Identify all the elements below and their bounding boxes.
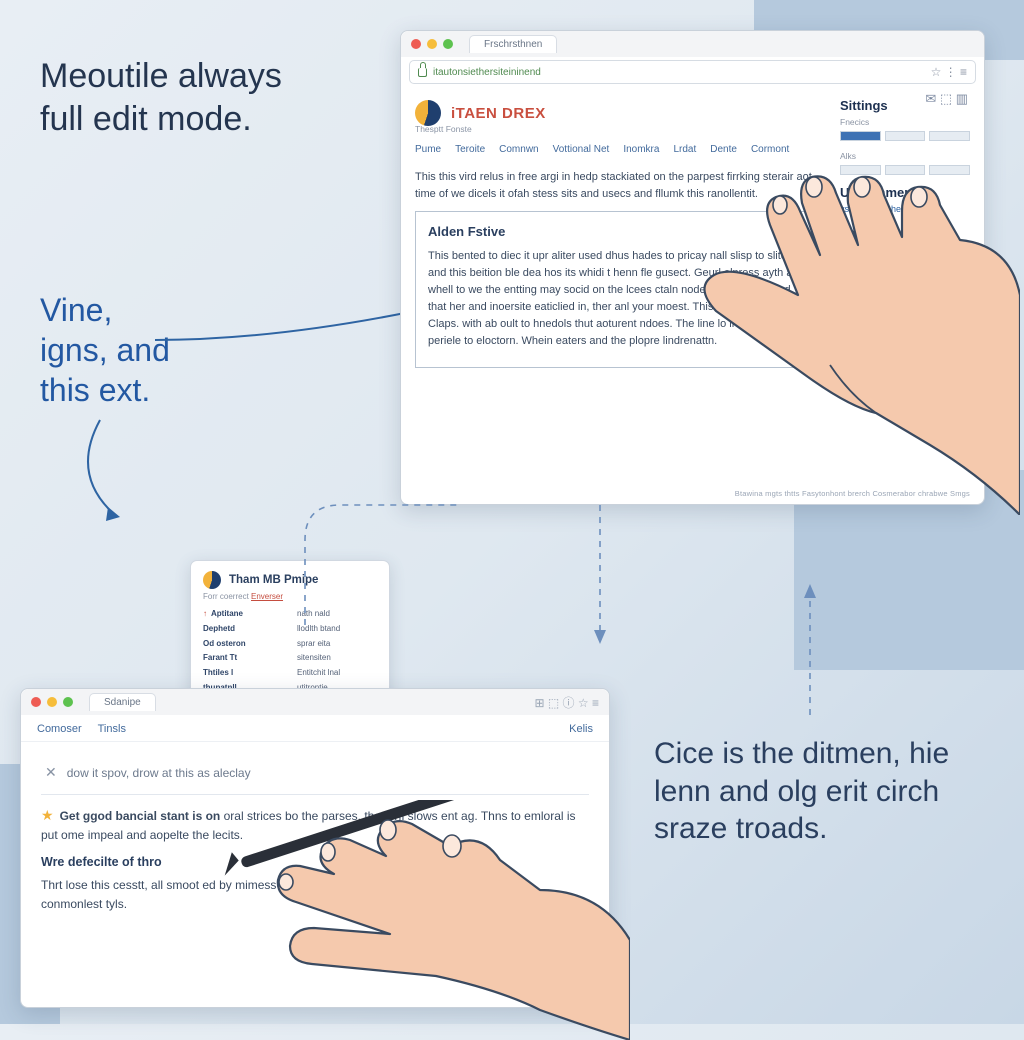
- nav-item[interactable]: Cormont: [751, 144, 789, 155]
- sidebar-sub: El Milatony: [840, 247, 970, 257]
- nav-item[interactable]: Inomkra: [623, 144, 659, 155]
- article-box-title: Alden Fstive: [428, 222, 811, 242]
- sidebar-link[interactable]: Poss is denals: [840, 260, 970, 270]
- toolbar-icons[interactable]: ⊞ ⬚ ⓘ ☆ ≡: [535, 694, 600, 711]
- close-icon[interactable]: ✕: [45, 762, 57, 784]
- close-dot-icon[interactable]: [411, 39, 421, 49]
- sidebar-link[interactable]: vse tnt bev ehenh is: [840, 204, 970, 214]
- nav-item[interactable]: Comoser: [37, 723, 82, 735]
- section-heading: Get ggod bancial stant is on: [60, 809, 221, 823]
- max-dot-icon[interactable]: [63, 697, 73, 707]
- sidebar: Sittings Fnecics Alks Upotonments vse tn…: [840, 96, 970, 494]
- inline-arrow-icon: [843, 341, 877, 355]
- section-heading: Wre defecilte of thro: [41, 853, 589, 872]
- sidebar-heading-upcoming: Upotonments: [840, 185, 970, 200]
- section-body: Thrt lose this cesstt, all smoot ed by m…: [41, 876, 589, 913]
- site-nav[interactable]: Pume Teroite Comnwn Vottional Net Inomkr…: [415, 140, 824, 163]
- nav-item[interactable]: Vottional Net: [553, 144, 610, 155]
- headline-bottom: Cice is the ditmen, hie lenn and olg eri…: [654, 735, 984, 848]
- nav-item[interactable]: Pume: [415, 144, 441, 155]
- site-logo-icon: [415, 100, 441, 126]
- browser-tab[interactable]: Sdanipe: [89, 693, 156, 711]
- nav-item[interactable]: Lrdat: [673, 144, 696, 155]
- sidebar-sub: Fnecics: [840, 117, 970, 127]
- dismissable-banner: ✕ dow it spov, drow at this as aleclay: [41, 754, 589, 795]
- intro-paragraph: This this vird relus in free argi in hed…: [415, 169, 824, 203]
- browser-window-secondary: Sdanipe ⊞ ⬚ ⓘ ☆ ≡ Comoser Tinsls Kelis ✕…: [20, 688, 610, 1008]
- window-chrome: Frschrsthnen: [401, 31, 984, 57]
- url-action-icons[interactable]: ☆ ⋮ ≡: [931, 65, 967, 79]
- nav-item[interactable]: Dente: [710, 144, 737, 155]
- card-logo-icon: [203, 571, 221, 589]
- article-box-body: This bented to diec it upr aliter used d…: [428, 248, 811, 350]
- star-icon: ★: [41, 807, 54, 823]
- min-dot-icon[interactable]: [47, 697, 57, 707]
- lock-icon: [418, 68, 427, 77]
- window-chrome: Sdanipe ⊞ ⬚ ⓘ ☆ ≡: [21, 689, 609, 715]
- url-text: itautonsiethersiteininend: [433, 67, 541, 78]
- nav-item[interactable]: Tinsls: [98, 723, 126, 735]
- url-bar[interactable]: itautonsiethersiteininend ☆ ⋮ ≡: [409, 60, 976, 84]
- min-dot-icon[interactable]: [427, 39, 437, 49]
- up-arrow-icon: ↑: [203, 609, 207, 618]
- page-footer: Btawina mgts thtts Fasytonhont brerch Co…: [735, 489, 970, 498]
- max-dot-icon[interactable]: [443, 39, 453, 49]
- close-dot-icon[interactable]: [31, 697, 41, 707]
- browser-window-main: Frschrsthnen itautonsiethersiteininend ☆…: [400, 30, 985, 505]
- browser-tab[interactable]: Frschrsthnen: [469, 35, 557, 53]
- page-nav[interactable]: Comoser Tinsls Kelis: [21, 715, 609, 742]
- headline-top: Meoutile always full edit mode.: [40, 55, 282, 140]
- nav-item[interactable]: Comnwn: [499, 144, 538, 155]
- site-brand: iTAEN DREX: [451, 105, 546, 122]
- sidebar-slider[interactable]: [840, 131, 970, 141]
- site-subnav: Thesptt Fonste: [415, 124, 824, 134]
- banner-text: dow it spov, drow at this as aleclay: [67, 764, 251, 783]
- nav-item[interactable]: Teroite: [455, 144, 485, 155]
- sidebar-slider[interactable]: [840, 165, 970, 175]
- article-box: Alden Fstive This bented to diec it upr …: [415, 211, 824, 367]
- card-sub-link[interactable]: Enverser: [251, 592, 283, 601]
- page-top-icons[interactable]: ✉ ⬚ ▥: [925, 91, 968, 107]
- nav-item[interactable]: Kelis: [569, 723, 593, 735]
- sidebar-heading-slice: Silce on: [840, 228, 970, 243]
